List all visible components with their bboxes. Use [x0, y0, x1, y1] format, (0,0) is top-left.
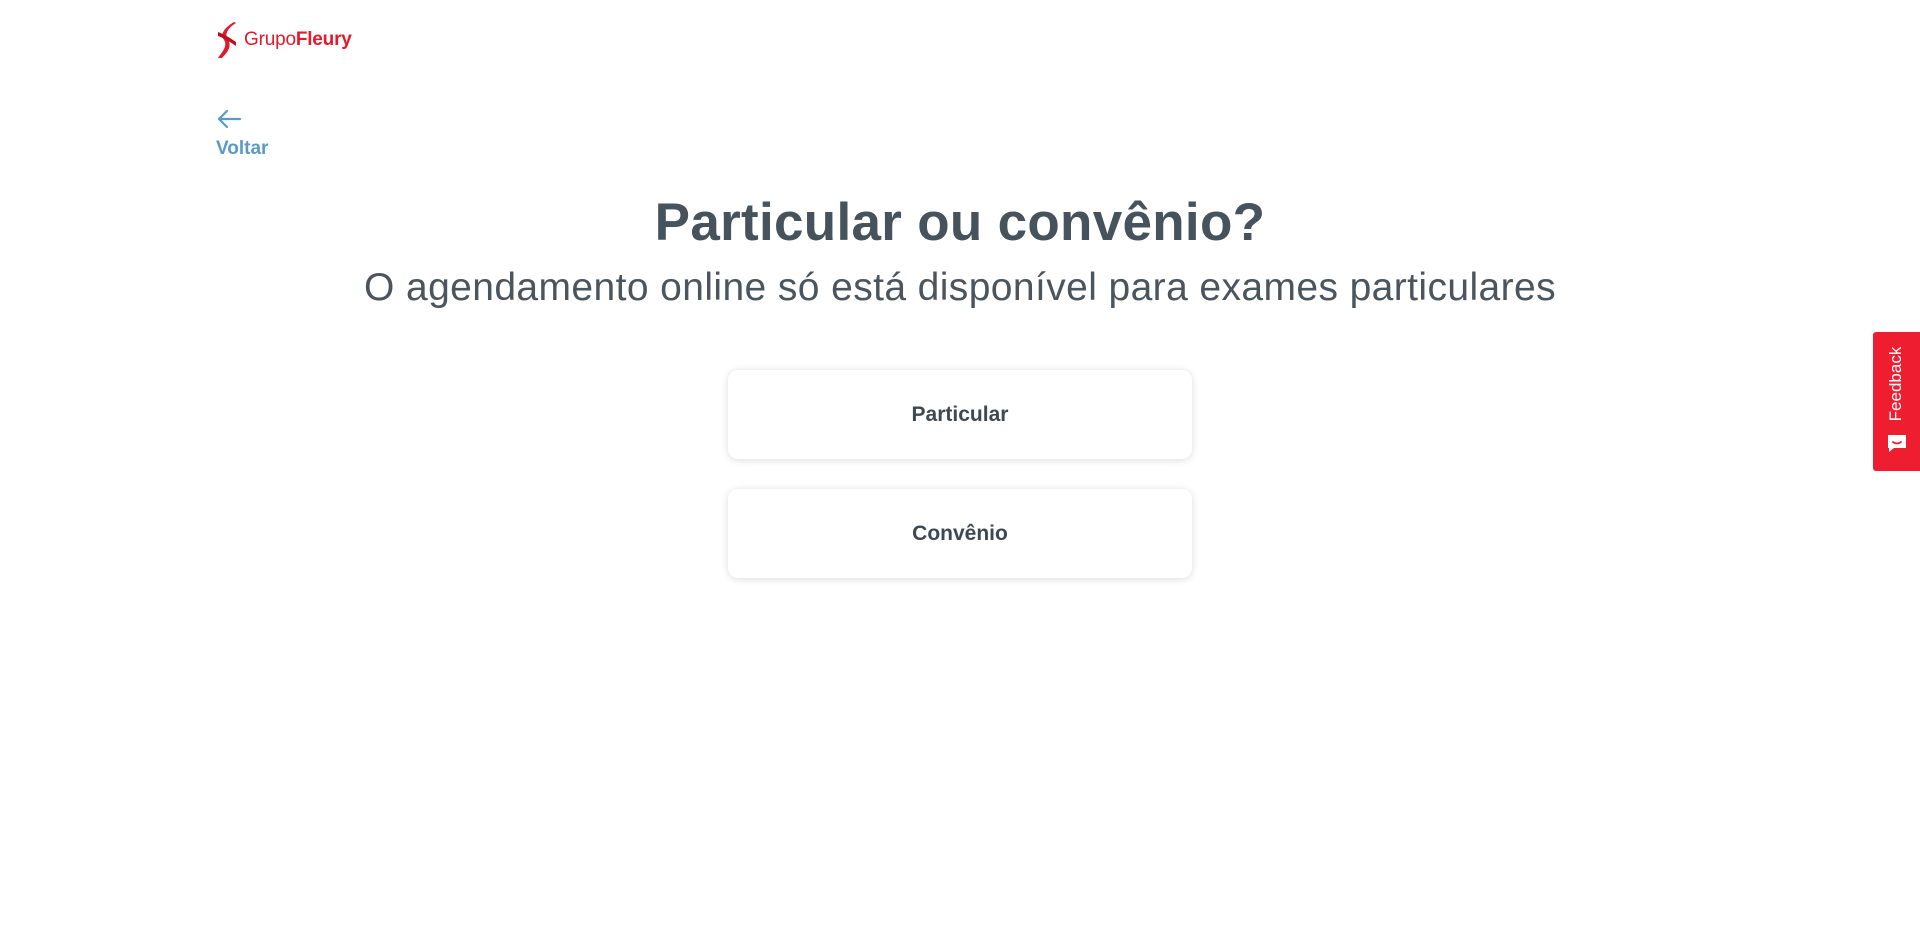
logo-text-light: Grupo: [244, 29, 296, 50]
back-link[interactable]: Voltar: [216, 108, 268, 160]
page-title: Particular ou convênio?: [654, 193, 1266, 252]
page: GrupoFleury Voltar Particular ou convêni…: [0, 0, 1920, 937]
chat-smile-icon: [1888, 435, 1906, 452]
logo-text-bold: Fleury: [295, 29, 352, 50]
feedback-label: Feedback: [1886, 346, 1905, 422]
arrow-left-icon: [217, 109, 242, 129]
feedback-tab[interactable]: Feedback: [1873, 332, 1920, 471]
page-subtitle: O agendamento online só está disponível …: [364, 266, 1556, 309]
option-particular-button[interactable]: Particular: [728, 370, 1192, 459]
logo-text: GrupoFleury: [244, 29, 352, 51]
option-label: Particular: [911, 402, 1009, 426]
back-label: Voltar: [216, 138, 269, 159]
grupo-fleury-logo[interactable]: GrupoFleury: [216, 20, 352, 60]
logo-mark-icon: [218, 22, 236, 58]
option-label: Convênio: [912, 521, 1008, 545]
option-convenio-button[interactable]: Convênio: [728, 489, 1192, 578]
